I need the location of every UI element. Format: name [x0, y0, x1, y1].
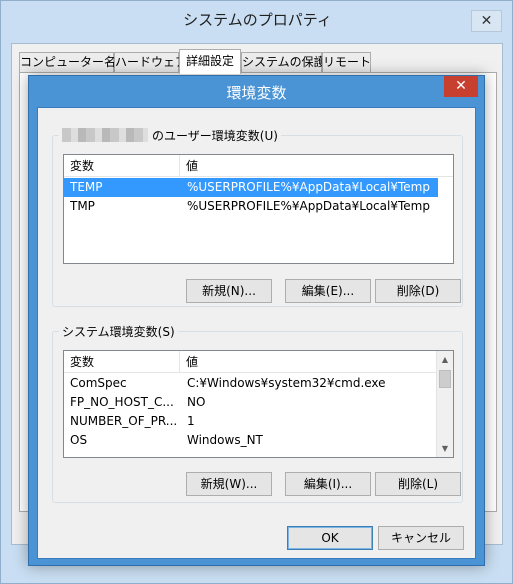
list-item[interactable]: TEMP %USERPROFILE%¥AppData¥Local¥Temp	[64, 178, 438, 197]
tab-remote[interactable]: リモート	[322, 52, 371, 73]
variable-name: TMP	[70, 199, 95, 213]
user-variables-label: のユーザー環境変数(U)	[59, 127, 281, 144]
system-variables-list[interactable]: 変数 値 ComSpec C:¥Windows¥system32¥cmd.exe…	[63, 350, 454, 458]
tab-advanced[interactable]: 詳細設定	[179, 49, 241, 74]
variable-name: TEMP	[70, 180, 103, 194]
user-new-button[interactable]: 新規(N)...	[186, 279, 272, 303]
variable-value: NO	[187, 395, 206, 409]
variable-name: FP_NO_HOST_C...	[70, 395, 174, 409]
column-header-variable[interactable]: 変数	[64, 351, 180, 373]
redacted-username	[62, 128, 148, 142]
environment-variables-dialog: 環境変数 ✕ のユーザー環境変数(U) 変数 値 TEMP %USERPROFI…	[28, 75, 485, 566]
user-delete-button[interactable]: 削除(D)	[375, 279, 461, 303]
variable-value: %USERPROFILE%¥AppData¥Local¥Temp	[187, 199, 430, 213]
tab-hardware[interactable]: ハードウェア	[114, 52, 187, 73]
column-header-value[interactable]: 値	[180, 351, 453, 373]
scroll-up-icon[interactable]: ▲	[437, 351, 453, 368]
window-title: システムのプロパティ	[183, 11, 332, 29]
column-header-variable[interactable]: 変数	[64, 155, 180, 177]
dialog-close-button[interactable]: ✕	[444, 76, 478, 97]
variable-value: Windows_NT	[187, 433, 263, 447]
dialog-client: のユーザー環境変数(U) 変数 値 TEMP %USERPROFILE%¥App…	[37, 107, 476, 559]
cancel-button[interactable]: キャンセル	[378, 526, 464, 550]
close-icon: ✕	[455, 78, 467, 94]
column-header-value[interactable]: 値	[180, 155, 453, 177]
scroll-thumb[interactable]	[439, 370, 451, 388]
system-delete-button[interactable]: 削除(L)	[375, 472, 461, 496]
scroll-down-icon[interactable]: ▼	[437, 440, 453, 457]
tab-system-protection[interactable]: システムの保護	[241, 52, 326, 73]
variable-value: 1	[187, 414, 195, 428]
variable-name: ComSpec	[70, 376, 127, 390]
ok-button[interactable]: OK	[287, 526, 373, 550]
list-item[interactable]: ComSpec C:¥Windows¥system32¥cmd.exe	[64, 374, 438, 393]
list-item[interactable]: NUMBER_OF_PR... 1	[64, 412, 438, 431]
variable-value: %USERPROFILE%¥AppData¥Local¥Temp	[187, 180, 430, 194]
user-variables-list[interactable]: 変数 値 TEMP %USERPROFILE%¥AppData¥Local¥Te…	[63, 154, 454, 264]
variable-name: NUMBER_OF_PR...	[70, 414, 178, 428]
system-edit-button[interactable]: 編集(I)...	[285, 472, 371, 496]
close-icon: ✕	[480, 13, 493, 29]
list-item[interactable]: OS Windows_NT	[64, 431, 438, 450]
list-item[interactable]: FP_NO_HOST_C... NO	[64, 393, 438, 412]
system-new-button[interactable]: 新規(W)...	[186, 472, 272, 496]
list-header: 変数 値	[64, 351, 453, 373]
tab-computer-name[interactable]: コンピューター名	[19, 52, 116, 73]
user-variables-group: のユーザー環境変数(U) 変数 値 TEMP %USERPROFILE%¥App…	[52, 127, 463, 307]
system-variables-label: システム環境変数(S)	[59, 323, 178, 340]
dialog-title: 環境変数	[226, 84, 287, 102]
vertical-scrollbar[interactable]: ▲ ▼	[436, 351, 453, 457]
close-button[interactable]: ✕	[471, 10, 502, 32]
system-variables-group: システム環境変数(S) 変数 値 ComSpec C:¥Windows¥syst…	[52, 323, 463, 503]
variable-value: C:¥Windows¥system32¥cmd.exe	[187, 376, 386, 390]
user-edit-button[interactable]: 編集(E)...	[285, 279, 371, 303]
list-item[interactable]: TMP %USERPROFILE%¥AppData¥Local¥Temp	[64, 197, 438, 216]
variable-name: OS	[70, 433, 88, 447]
list-header: 変数 値	[64, 155, 453, 177]
